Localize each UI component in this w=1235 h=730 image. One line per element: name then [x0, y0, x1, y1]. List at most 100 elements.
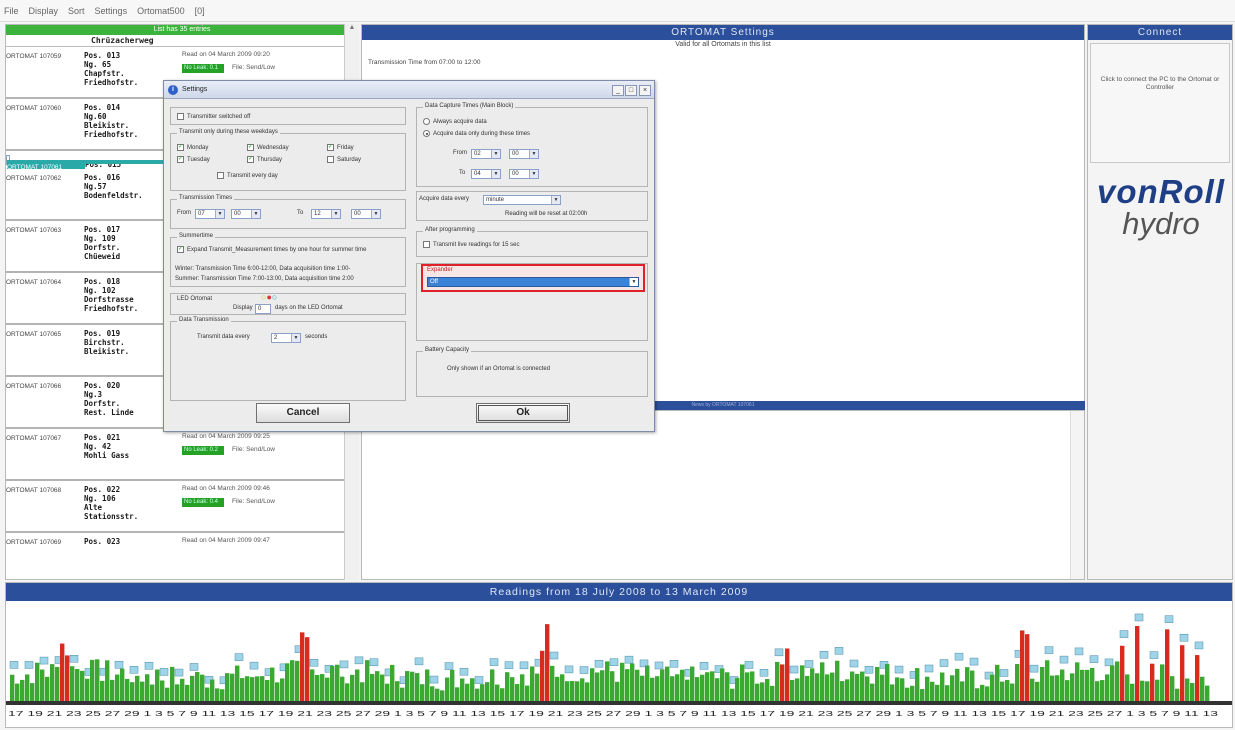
reading-bar	[1155, 679, 1160, 701]
reading-bar	[1080, 669, 1085, 701]
reading-bar	[1180, 645, 1185, 701]
data-transmission-label: Data Transmission	[177, 317, 231, 323]
tuesday-checkbox[interactable]: ✓ Tuesday	[177, 156, 210, 163]
reading-bar	[935, 684, 940, 701]
thursday-checkbox[interactable]: ✓ Thursday	[247, 156, 282, 163]
reading-bar	[730, 688, 735, 701]
data-transmission-group: Data Transmission Transmit data every 2 ▼…	[170, 317, 406, 401]
reading-bar	[900, 678, 905, 701]
every-day-checkbox[interactable]: Transmit every day	[217, 172, 278, 179]
minimize-icon[interactable]: _	[612, 85, 624, 96]
reading-bar	[970, 670, 975, 701]
menu-item[interactable]: [0]	[195, 6, 205, 16]
reading-bar	[1045, 660, 1050, 701]
always-acquire-radio[interactable]: Always acquire data	[423, 118, 487, 125]
reading-bar	[640, 675, 645, 701]
reading-bar	[50, 664, 55, 701]
reading-bar	[20, 679, 25, 701]
saturday-checkbox[interactable]: Saturday	[327, 156, 361, 163]
reading-bar	[710, 671, 715, 701]
location-name: Pos. 016 Ng.57 Bodenfeldstr.	[84, 173, 143, 200]
capture-from-minute-select[interactable]: 00 ▼	[509, 149, 539, 159]
reading-bar	[890, 684, 895, 701]
acquire-times-radio[interactable]: Acquire data only during these times	[423, 130, 530, 137]
list-item[interactable]: ORTOMAT 107067 Pos. 021 Ng. 42 Mohli Gass…	[6, 429, 358, 481]
reading-bar	[270, 667, 275, 701]
reading-bar	[405, 671, 410, 701]
highlight-box: Expander Off ▼	[421, 264, 645, 292]
list-item-name[interactable]: Chrüzacherweg	[6, 35, 358, 47]
reading-bar	[885, 664, 890, 701]
reading-bar	[695, 677, 700, 701]
capture-from-hour-select[interactable]: 02 ▼	[471, 149, 501, 159]
menu-item[interactable]: Settings	[95, 6, 128, 16]
list-item[interactable]: ORTOMAT 107068 Pos. 022 Ng. 106 Alte Stat…	[6, 481, 358, 533]
reading-bar	[385, 683, 390, 701]
reading-bar	[140, 681, 145, 701]
device-id: ORTOMAT 107062	[6, 175, 62, 182]
reading-bar	[835, 660, 840, 701]
reading-bar	[210, 679, 215, 701]
list-item[interactable]: ORTOMAT 107061Pos. 015 Ng.194 Strunberg	[6, 154, 187, 187]
menu-item[interactable]: Ortomat500	[137, 6, 185, 16]
location-name: Pos. 023	[84, 537, 121, 546]
reading-bar	[435, 688, 440, 701]
expand-summer-checkbox[interactable]: ✓ Expand Transmit_Measurement times by on…	[177, 246, 399, 253]
close-icon[interactable]: ×	[639, 85, 651, 96]
reading-value-label	[1104, 658, 1114, 667]
reading-bar	[720, 668, 725, 701]
acquire-every-label: Acquire data every	[419, 196, 470, 202]
capture-to-minute-select[interactable]: 00 ▼	[509, 169, 539, 179]
cancel-button[interactable]: Cancel	[256, 403, 350, 423]
reading-bar	[600, 670, 605, 701]
reading-bar	[545, 624, 550, 701]
led-ortomat-label: LED Ortomat	[177, 296, 213, 302]
reading-bar	[590, 668, 595, 701]
acquire-every-select[interactable]: minute ▼	[483, 195, 561, 205]
menu-item[interactable]: Display	[29, 6, 59, 16]
menu-item[interactable]: Sort	[68, 6, 85, 16]
reading-bar	[260, 676, 265, 701]
reading-value-label	[1074, 647, 1084, 656]
expander-select[interactable]: Off ▼	[427, 277, 639, 287]
capture-to-hour-select[interactable]: 04 ▼	[471, 169, 501, 179]
friday-checkbox[interactable]: ✓ Friday	[327, 144, 354, 151]
reading-bar	[235, 665, 240, 701]
reading-value-label	[474, 676, 484, 684]
transmit-live-checkbox[interactable]: Transmit live readings for 15 sec	[423, 241, 519, 248]
connect-button[interactable]: Click to connect the PC to the Ortomat o…	[1090, 43, 1230, 163]
list-count: List has 35 entries	[6, 25, 358, 35]
reading-bar	[10, 674, 15, 701]
reading-bar	[380, 674, 385, 701]
readings-chart[interactable]: 17 19 21 23 25 27 29 1 3 5 7 9 11 13 15 …	[6, 601, 1232, 728]
ok-button[interactable]: Ok	[476, 403, 570, 423]
device-id: ORTOMAT 107065	[6, 331, 62, 338]
leak-status-badge: No Leak: 0.4	[182, 498, 224, 507]
reading-bar	[910, 685, 915, 701]
trans-from-hour-select[interactable]: 07 ▼	[195, 209, 225, 219]
wednesday-checkbox[interactable]: ✓ Wednesday	[247, 144, 289, 151]
reading-bar	[155, 669, 160, 701]
menu-item[interactable]: File	[4, 6, 19, 16]
reading-bar	[355, 669, 360, 701]
reading-bar	[1195, 655, 1200, 701]
reading-value-label	[504, 661, 514, 669]
trans-to-minute-select[interactable]: 00 ▼	[351, 209, 381, 219]
monday-checkbox[interactable]: ✓ Monday	[177, 144, 208, 151]
trans-from-minute-select[interactable]: 00 ▼	[231, 209, 261, 219]
reading-value-label	[369, 658, 379, 666]
reading-bar	[280, 678, 285, 701]
maximize-icon[interactable]: □	[625, 85, 637, 96]
reading-bar	[135, 675, 140, 701]
reading-bar	[195, 672, 200, 701]
transmitter-off-checkbox[interactable]: Transmitter switched off	[177, 113, 250, 120]
reading-bar	[40, 669, 45, 701]
reading-bar	[1120, 645, 1125, 701]
list-item[interactable]: ORTOMAT 107069 Pos. 023 Read on 04 March 2…	[6, 533, 358, 579]
trans-to-hour-select[interactable]: 12 ▼	[311, 209, 341, 219]
reading-value-label	[654, 661, 664, 670]
transmit-seconds-select[interactable]: 2 ▼	[271, 333, 301, 343]
leak-status-badge: No Leak: 0.2	[182, 446, 224, 455]
display-days-input[interactable]: 0	[255, 304, 271, 314]
log-scrollbar[interactable]	[1070, 411, 1084, 579]
